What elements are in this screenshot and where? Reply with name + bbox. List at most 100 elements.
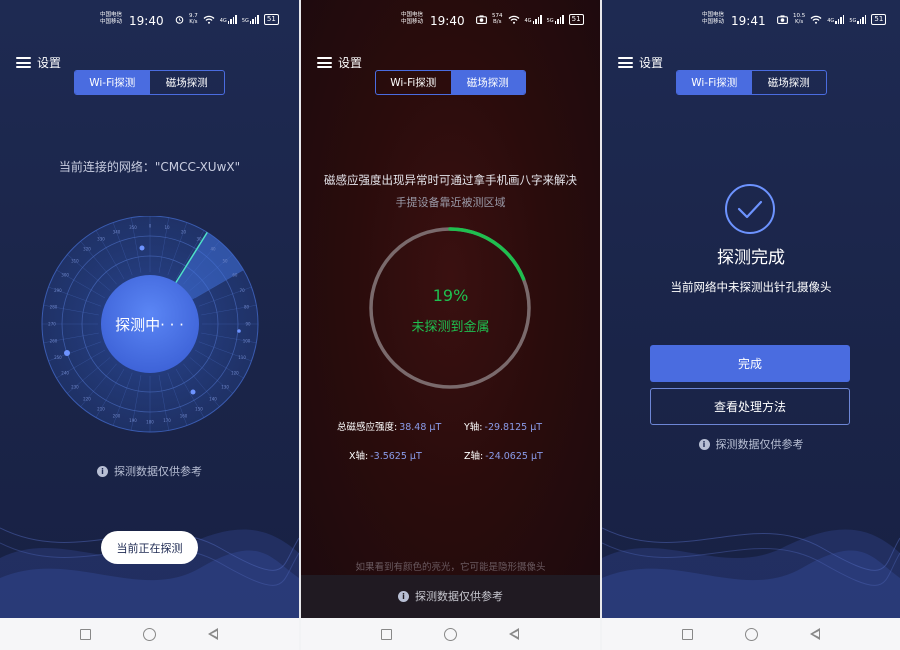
radar-tick-label: 0 — [149, 224, 152, 229]
radar-tick-label: 170 — [163, 418, 171, 423]
signal-5g-icon: 5G — [547, 14, 564, 24]
radar-tick-label: 240 — [61, 371, 69, 376]
radar-tick-label: 190 — [129, 418, 137, 423]
alarm-icon — [175, 15, 184, 24]
radar-tick-label: 180 — [146, 420, 154, 425]
radar-tick-label: 250 — [54, 355, 62, 360]
network-speed: 10.5 K/s — [793, 13, 806, 25]
disclaimer-note: i 探测数据仅供参考 — [0, 463, 299, 479]
disclaimer-text: 探测数据仅供参考 — [114, 465, 202, 478]
network-speed: 9.7 K/s — [189, 13, 198, 25]
radar-tick-label: 220 — [83, 397, 91, 402]
tab-wifi-detect[interactable]: Wi-Fi探测 — [677, 71, 752, 94]
carrier-1: 中国电信 — [702, 12, 725, 18]
magnetic-hint-subtext: 手提设备靠近被测区域 — [395, 196, 506, 209]
disclaimer-text: 探测数据仅供参考 — [715, 438, 804, 451]
tab-magnetic-detect[interactable]: 磁场探测 — [450, 71, 525, 94]
wifi-icon — [810, 15, 822, 24]
home-icon[interactable] — [745, 627, 758, 641]
radar-tick-label: 110 — [238, 355, 246, 360]
battery-indicator: 51 — [263, 13, 279, 25]
detection-mode-tabs: Wi-Fi探测 磁场探测 — [74, 70, 225, 95]
carrier-2: 中国移动 — [401, 19, 424, 25]
recents-icon[interactable] — [381, 628, 392, 640]
info-icon: i — [97, 465, 108, 477]
radar-tick-label: 140 — [209, 397, 217, 402]
decorative-wave — [602, 527, 900, 618]
tab-magnetic-detect[interactable]: 磁场探测 — [752, 71, 827, 94]
radar-blip — [64, 350, 70, 356]
screenshot-stage: 中国电信 中国移动 19:40 9.7 K/s 4G 5G 51 设置 Wi-Fi… — [0, 0, 900, 650]
reading-x-axis: X轴: -3.5625 µT — [349, 451, 422, 462]
radar-status-label: 探测中· · · — [115, 316, 184, 334]
camera-icon — [777, 14, 788, 24]
radar-tick-label: 300 — [61, 273, 69, 278]
back-icon[interactable] — [810, 628, 820, 640]
radar-tick-label: 160 — [180, 414, 188, 419]
radar-tick-label: 130 — [221, 384, 229, 389]
progress-percent: 19% — [432, 286, 469, 305]
recents-icon[interactable] — [682, 628, 693, 640]
hamburger-icon — [618, 57, 633, 68]
radar-tick-label: 100 — [243, 339, 251, 344]
progress-arc — [448, 227, 526, 281]
settings-label: 设置 — [639, 56, 664, 70]
signal-5g-icon: 5G — [849, 14, 867, 24]
carrier-2: 中国移动 — [100, 19, 123, 25]
radar-tick-label: 260 — [50, 339, 58, 344]
carrier-2: 中国移动 — [702, 19, 725, 25]
home-icon[interactable] — [143, 627, 156, 641]
carrier-1: 中国电信 — [401, 12, 424, 18]
radar-tick-label: 340 — [113, 229, 121, 234]
info-icon: i — [398, 590, 409, 602]
done-button[interactable]: 完成 — [650, 345, 850, 382]
settings-menu-button[interactable]: 设置 — [16, 54, 61, 71]
radar-tick-label: 200 — [113, 414, 121, 419]
carrier-1: 中国电信 — [100, 12, 123, 18]
tab-wifi-detect[interactable]: Wi-Fi探测 — [75, 71, 150, 94]
radar-blip — [139, 245, 145, 251]
detection-mode-tabs: Wi-Fi探测 磁场探测 — [676, 70, 827, 95]
back-icon[interactable] — [208, 628, 218, 640]
home-icon[interactable] — [444, 627, 457, 641]
magnetic-hint-text: 磁感应强度出现异常时可通过拿手机画八字来解决 — [324, 173, 577, 187]
radar-tick-label: 280 — [50, 304, 58, 309]
battery-indicator: 51 — [568, 13, 584, 25]
signal-4g-icon: 4G — [525, 14, 542, 24]
hamburger-icon — [317, 57, 332, 68]
radar-tick-label: 350 — [129, 225, 137, 230]
detecting-status-button[interactable]: 当前正在探测 — [101, 531, 198, 564]
signal-5g-icon: 5G — [242, 14, 259, 24]
recents-icon[interactable] — [80, 628, 91, 640]
wifi-icon — [508, 15, 519, 24]
info-icon: i — [698, 438, 710, 450]
status-icons: 9.7 K/s 4G 5G 51 — [175, 13, 279, 25]
signal-4g-icon: 4G — [220, 14, 237, 24]
network-speed: 574 B/s — [492, 13, 503, 25]
radar-tick-label: 80 — [244, 304, 250, 309]
radar-tick-label: 320 — [83, 246, 91, 251]
checkmark-icon — [725, 184, 775, 234]
back-icon[interactable] — [509, 628, 519, 640]
disclaimer-text: 探测数据仅供参考 — [415, 590, 503, 603]
carrier-labels: 中国电信 中国移动 — [702, 12, 724, 26]
detection-mode-tabs: Wi-Fi探测 磁场探测 — [375, 70, 526, 95]
reading-z-axis: Z轴: -24.0625 µT — [464, 451, 543, 462]
wifi-icon — [203, 15, 215, 24]
signal-4g-icon: 4G — [827, 14, 845, 24]
tab-magnetic-detect[interactable]: 磁场探测 — [150, 71, 225, 94]
settings-menu-button[interactable]: 设置 — [317, 54, 362, 71]
progress-ring — [369, 227, 531, 389]
radar-tick-label: 150 — [195, 406, 203, 411]
radar-tick-label: 40 — [210, 246, 216, 251]
settings-menu-button[interactable]: 设置 — [618, 54, 663, 71]
radar-tick-label: 120 — [231, 371, 239, 376]
tab-wifi-detect[interactable]: Wi-Fi探测 — [376, 71, 451, 94]
magnetic-detect-screen: 中国电信 中国移动 19:40 574 B/s 4G 5G 51 设置 Wi-Fi… — [301, 0, 600, 618]
radar-tick-label: 50 — [223, 259, 229, 264]
clock: 19:40 — [430, 14, 465, 28]
hidden-camera-hint: 如果看到有颜色的亮光，它可能是隐形摄像头 — [355, 562, 546, 573]
status-icons: 574 B/s 4G 5G 51 — [476, 13, 584, 25]
status-bar: 中国电信 中国移动 19:40 9.7 K/s 4G 5G 51 — [0, 8, 299, 32]
view-solutions-button[interactable]: 查看处理方法 — [650, 388, 850, 425]
